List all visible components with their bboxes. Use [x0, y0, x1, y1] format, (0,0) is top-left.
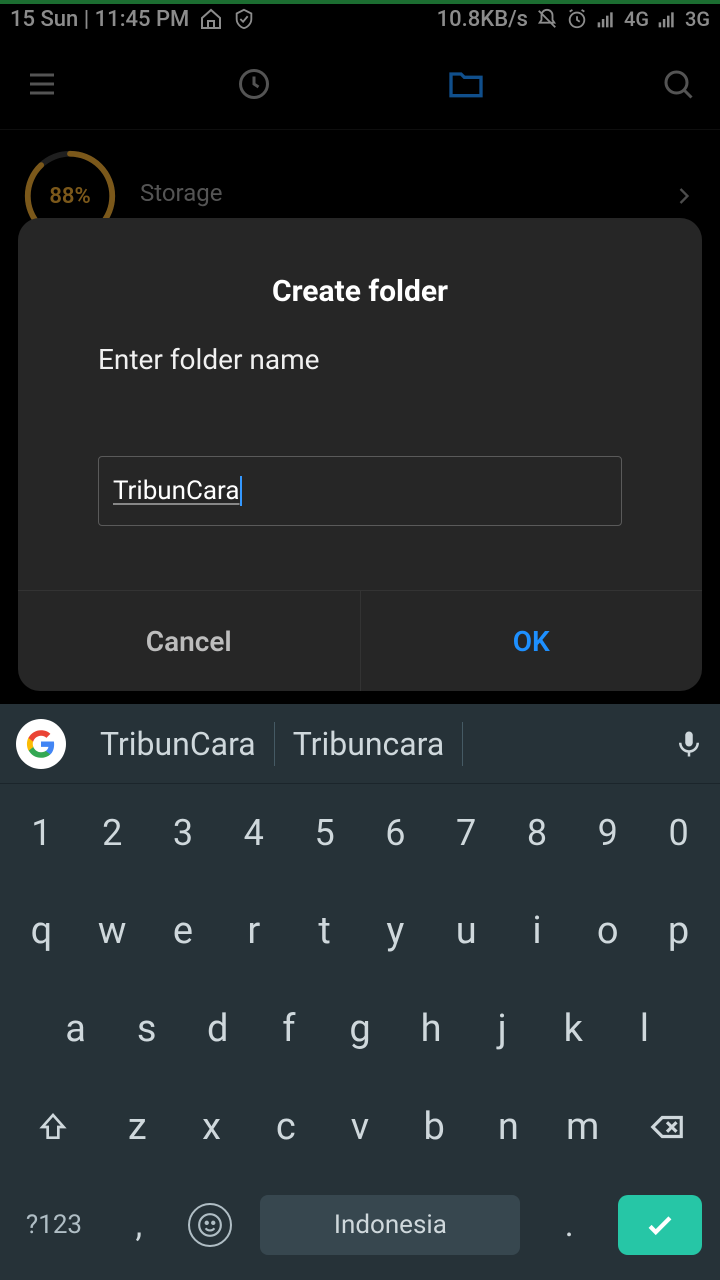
key-l[interactable]: l — [614, 994, 674, 1064]
key-3[interactable]: 3 — [153, 798, 213, 868]
key-y[interactable]: y — [365, 896, 425, 966]
key-emoji[interactable] — [188, 1203, 232, 1247]
check-icon — [643, 1208, 677, 1242]
soft-keyboard: TribunCara Tribuncara 1 2 3 4 5 6 7 8 9 … — [0, 704, 720, 1280]
key-j[interactable]: j — [472, 994, 532, 1064]
dialog-title: Create folder — [18, 218, 702, 343]
key-s[interactable]: s — [117, 994, 177, 1064]
key-i[interactable]: i — [507, 896, 567, 966]
suggestion-1[interactable]: TribunCara — [82, 725, 274, 763]
key-shift[interactable] — [13, 1092, 93, 1162]
emoji-icon — [197, 1212, 223, 1238]
folder-name-value: TribunCara — [113, 476, 240, 506]
key-1[interactable]: 1 — [11, 798, 71, 868]
suggestion-2[interactable]: Tribuncara — [275, 725, 463, 763]
suggestion-separator — [462, 722, 463, 766]
text-caret — [240, 476, 242, 506]
key-9[interactable]: 9 — [578, 798, 638, 868]
dialog-label: Enter folder name — [18, 343, 702, 376]
key-e[interactable]: e — [153, 896, 213, 966]
key-o[interactable]: o — [578, 896, 638, 966]
key-n[interactable]: n — [478, 1092, 538, 1162]
key-6[interactable]: 6 — [365, 798, 425, 868]
key-5[interactable]: 5 — [295, 798, 355, 868]
key-g[interactable]: g — [330, 994, 390, 1064]
cancel-button[interactable]: Cancel — [18, 591, 361, 691]
key-q[interactable]: q — [11, 896, 71, 966]
suggestion-bar: TribunCara Tribuncara — [0, 704, 720, 784]
key-b[interactable]: b — [404, 1092, 464, 1162]
key-k[interactable]: k — [543, 994, 603, 1064]
key-u[interactable]: u — [436, 896, 496, 966]
folder-name-input[interactable]: TribunCara — [98, 456, 622, 526]
key-8[interactable]: 8 — [507, 798, 567, 868]
key-h[interactable]: h — [401, 994, 461, 1064]
key-4[interactable]: 4 — [224, 798, 284, 868]
key-c[interactable]: c — [256, 1092, 316, 1162]
key-a[interactable]: a — [46, 994, 106, 1064]
key-r[interactable]: r — [224, 896, 284, 966]
key-7[interactable]: 7 — [436, 798, 496, 868]
key-z[interactable]: z — [107, 1092, 167, 1162]
key-backspace[interactable] — [627, 1092, 707, 1162]
key-d[interactable]: d — [188, 994, 248, 1064]
key-m[interactable]: m — [553, 1092, 613, 1162]
google-icon[interactable] — [16, 719, 66, 769]
shift-icon — [37, 1111, 69, 1143]
mic-icon[interactable] — [674, 729, 704, 759]
key-f[interactable]: f — [259, 994, 319, 1064]
key-row-bottom: ?123 , Indonesia . — [0, 1176, 720, 1280]
key-x[interactable]: x — [182, 1092, 242, 1162]
key-enter[interactable] — [618, 1195, 702, 1255]
key-0[interactable]: 0 — [649, 798, 709, 868]
backspace-icon — [648, 1108, 686, 1146]
key-period[interactable]: . — [549, 1190, 589, 1260]
key-comma[interactable]: , — [119, 1190, 159, 1260]
key-p[interactable]: p — [649, 896, 709, 966]
key-row-1: q w e r t y u i o p — [0, 882, 720, 980]
create-folder-dialog: Create folder Enter folder name TribunCa… — [18, 218, 702, 691]
key-w[interactable]: w — [82, 896, 142, 966]
key-symbols[interactable]: ?123 — [18, 1210, 90, 1240]
key-t[interactable]: t — [295, 896, 355, 966]
key-2[interactable]: 2 — [82, 798, 142, 868]
key-row-3: z x c v b n m — [0, 1078, 720, 1176]
ok-button[interactable]: OK — [361, 591, 703, 691]
key-space[interactable]: Indonesia — [260, 1195, 520, 1255]
key-v[interactable]: v — [330, 1092, 390, 1162]
key-row-2: a s d f g h j k l — [0, 980, 720, 1078]
key-row-numbers: 1 2 3 4 5 6 7 8 9 0 — [0, 784, 720, 882]
